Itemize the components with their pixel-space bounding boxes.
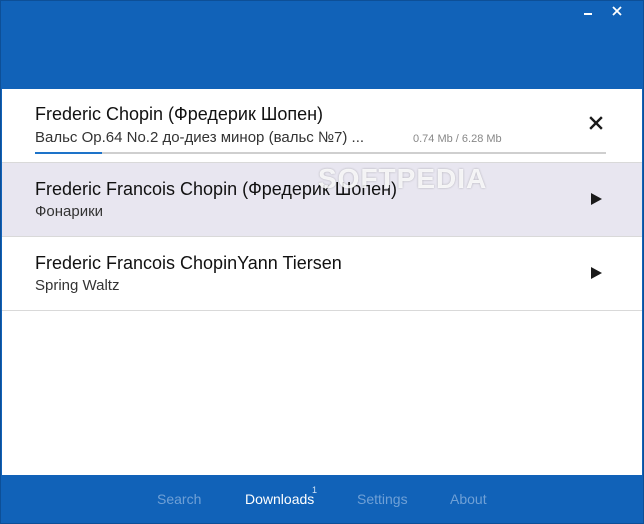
track-title: Фонарики [35,203,104,220]
close-icon [612,6,622,16]
track-artist: Frederic Francois Chopin (Фредерик Шопен… [35,179,398,199]
title-bar[interactable] [1,1,643,89]
downloads-list: Frederic Chopin (Фредерик Шопен) Вальс O… [2,89,642,475]
download-progress-fill [35,152,103,154]
window-controls [574,1,631,21]
list-item[interactable]: Frederic Francois ChopinYann Tiersen Spr… [2,237,642,311]
tab-about[interactable]: About [450,491,487,507]
list-item[interactable]: Frederic Chopin (Фредерик Шопен) Вальс O… [2,89,642,163]
download-progress-bar [35,152,606,154]
play-button[interactable] [586,191,606,211]
play-icon [590,266,602,284]
play-button[interactable] [586,265,606,285]
close-window-button[interactable] [603,1,631,21]
tab-search[interactable]: Search [157,491,201,507]
track-title: Вальс Op.64 No.2 до-диез минор (вальс №7… [35,129,365,146]
minimize-button[interactable] [574,1,602,21]
downloads-count-badge: 1 [312,485,318,495]
play-icon [590,192,602,210]
cancel-download-button[interactable] [586,115,606,135]
bottom-nav: Search Downloads 1 Settings About [2,475,642,523]
minimize-icon [583,6,593,16]
download-size: 0.74 Mb / 6.28 Mb [413,133,502,145]
track-artist: Frederic Francois ChopinYann Tiersen [35,253,342,273]
app-window: Frederic Chopin (Фредерик Шопен) Вальс O… [0,0,644,524]
list-item[interactable]: Frederic Francois Chopin (Фредерик Шопен… [2,163,642,237]
track-title: Spring Waltz [35,277,120,294]
close-icon [589,115,603,135]
track-artist: Frederic Chopin (Фредерик Шопен) [35,104,324,124]
tab-settings[interactable]: Settings [357,491,408,507]
tab-downloads[interactable]: Downloads [245,491,314,507]
